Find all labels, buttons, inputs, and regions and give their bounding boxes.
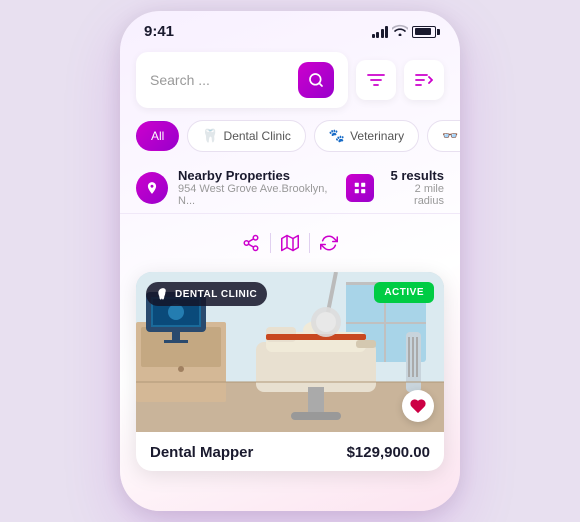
- results-icon: [346, 174, 374, 202]
- results-count: 5 results: [382, 168, 444, 183]
- phone-frame: 9:41 Search ...: [120, 11, 460, 511]
- dental-badge-label: DENTAL CLINIC: [175, 289, 257, 300]
- heart-button[interactable]: [402, 390, 434, 422]
- results-right: 5 results 2 mile radius: [346, 168, 444, 207]
- category-vet[interactable]: 🐾 Veterinary: [314, 120, 419, 152]
- dental-badge: DENTAL CLINIC: [146, 282, 267, 306]
- property-card[interactable]: DENTAL CLINIC ACTIVE Dental Mapper $129,…: [136, 272, 444, 471]
- category-vet-label: Veterinary: [350, 129, 404, 143]
- card-title: Dental Mapper: [150, 444, 253, 461]
- card-price: $129,900.00: [347, 444, 430, 461]
- location-row: Nearby Properties 954 West Grove Ave.Bro…: [120, 160, 460, 214]
- filter-button[interactable]: [356, 60, 396, 100]
- category-all[interactable]: All: [136, 121, 179, 151]
- location-pin-icon: [136, 172, 168, 204]
- category-dental[interactable]: 🦷 Dental Clinic: [187, 120, 306, 152]
- optometry-icon: 👓: [442, 128, 458, 144]
- active-badge-label: ACTIVE: [384, 287, 424, 298]
- status-icons: [372, 24, 437, 39]
- results-radius: 2 mile radius: [382, 183, 444, 207]
- results-text: 5 results 2 mile radius: [382, 168, 444, 207]
- location-title: Nearby Properties: [178, 168, 346, 183]
- card-footer: Dental Mapper $129,900.00: [136, 432, 444, 471]
- wifi-icon: [392, 24, 408, 39]
- status-bar: 9:41: [120, 11, 460, 44]
- share-button[interactable]: [232, 224, 270, 262]
- location-left: Nearby Properties 954 West Grove Ave.Bro…: [136, 168, 346, 207]
- card-image: DENTAL CLINIC ACTIVE: [136, 272, 444, 432]
- actions-row: [120, 214, 460, 272]
- battery-icon: [412, 26, 436, 38]
- category-row: All 🦷 Dental Clinic 🐾 Veterinary 👓 Optom…: [120, 116, 460, 160]
- location-text: Nearby Properties 954 West Grove Ave.Bro…: [178, 168, 346, 207]
- sort-button[interactable]: [404, 60, 444, 100]
- active-badge: ACTIVE: [374, 282, 434, 303]
- location-address: 954 West Grove Ave.Brooklyn, N...: [178, 183, 346, 207]
- signal-icon: [372, 26, 389, 38]
- status-time: 9:41: [144, 23, 174, 40]
- category-dental-label: Dental Clinic: [224, 129, 291, 143]
- category-optometry[interactable]: 👓 Optometry: [427, 120, 460, 152]
- vet-icon: 🐾: [329, 128, 345, 144]
- search-button[interactable]: [298, 62, 334, 98]
- category-all-label: All: [151, 129, 164, 143]
- search-bar-row: Search ...: [120, 44, 460, 116]
- map-button[interactable]: [271, 224, 309, 262]
- refresh-button[interactable]: [310, 224, 348, 262]
- search-placeholder: Search ...: [150, 72, 290, 88]
- search-input-wrap[interactable]: Search ...: [136, 52, 348, 108]
- dental-icon: 🦷: [202, 128, 218, 144]
